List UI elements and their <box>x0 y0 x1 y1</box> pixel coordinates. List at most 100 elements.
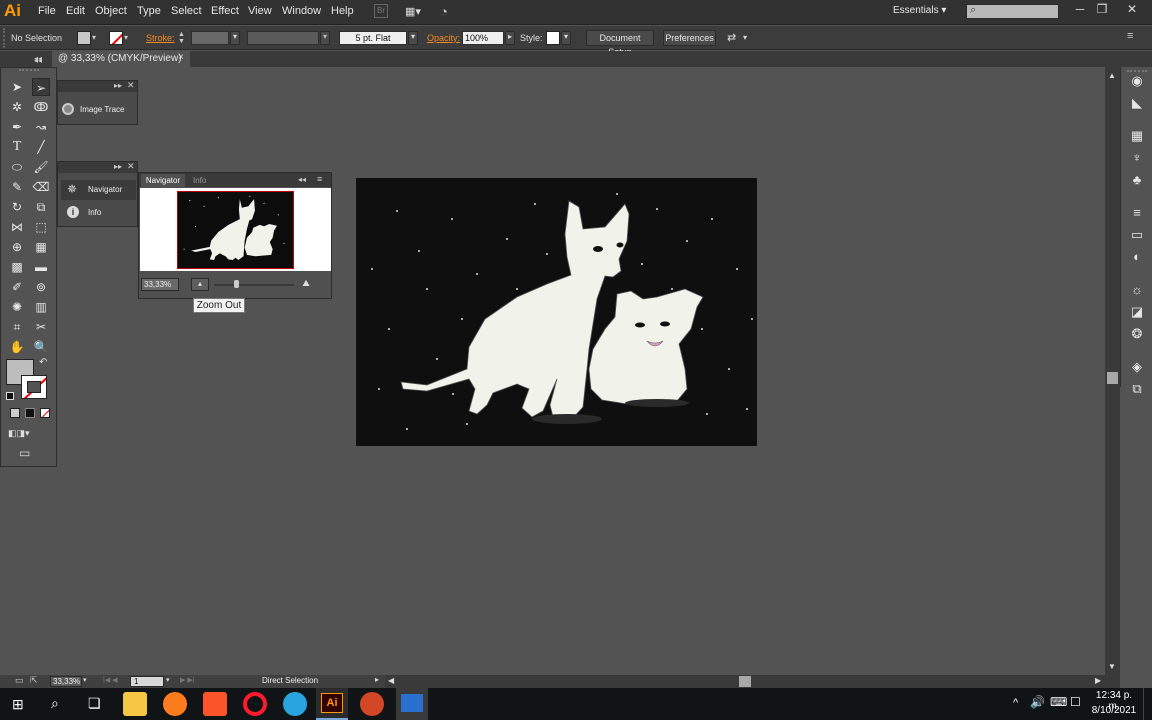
illustrator-taskbar-active[interactable]: Ai <box>316 688 348 720</box>
stroke-label[interactable]: Stroke: <box>146 33 175 43</box>
symbol-sprayer-tool-icon[interactable]: ✺ <box>8 298 26 316</box>
libraries-icon[interactable]: ❂ <box>1128 325 1146 343</box>
eraser-tool-icon[interactable]: ⌫ <box>32 178 50 196</box>
brushes-icon[interactable]: ♆ <box>1128 149 1146 167</box>
chevron-down-icon[interactable]: ▾ <box>743 33 747 42</box>
eyedropper-tool-icon[interactable]: ✐ <box>8 278 26 296</box>
input-method-icon[interactable]: ☐ <box>1070 695 1081 709</box>
transform-icon[interactable]: ⇄ <box>727 31 736 44</box>
menu-object[interactable]: Object <box>95 5 127 17</box>
zoom-in-button[interactable]: ⛰ <box>297 278 315 291</box>
image-trace-icon[interactable] <box>62 103 74 115</box>
mesh-tool-icon[interactable]: ▩ <box>8 258 26 276</box>
magic-wand-tool-icon[interactable]: ✲ <box>8 98 26 116</box>
chevron-down-icon[interactable]: ▾ <box>166 676 170 684</box>
style-dropdown[interactable]: ▾ <box>561 31 571 45</box>
powerpoint-icon[interactable] <box>360 692 384 716</box>
menu-view[interactable]: View <box>248 5 272 17</box>
collapse-icon[interactable]: ▸▸ <box>114 81 122 90</box>
scroll-left-icon[interactable]: ◀ <box>388 676 394 685</box>
color-guide-icon[interactable]: ◉ <box>1128 72 1146 90</box>
menu-effect[interactable]: Effect <box>211 5 239 17</box>
scroll-right-icon[interactable]: ▶ <box>1095 676 1101 685</box>
stroke-color-box[interactable] <box>21 375 47 399</box>
shape-builder-tool-icon[interactable]: ⊕ <box>8 238 26 256</box>
windows-start-icon[interactable]: ⊞ <box>12 697 26 711</box>
gradient-tool-icon[interactable]: ▬ <box>32 258 50 276</box>
color-mode-icon[interactable] <box>10 408 20 418</box>
menu-file[interactable]: File <box>38 5 56 17</box>
paintbrush-tool-icon[interactable]: 🖌 <box>32 158 50 176</box>
graphic-styles-icon[interactable]: ◪ <box>1128 303 1146 321</box>
blend-tool-icon[interactable]: ⊚ <box>32 278 50 296</box>
transparency-icon[interactable]: ◐ <box>1128 248 1146 266</box>
artboard[interactable] <box>356 178 757 446</box>
restore-button[interactable]: ❐ <box>1091 2 1113 18</box>
swap-colors-icon[interactable]: ↶ <box>39 357 47 368</box>
preferences-button[interactable]: Preferences <box>663 30 716 46</box>
show-hidden-icons[interactable]: ^ <box>1013 697 1018 709</box>
lasso-tool-icon[interactable]: ↂ <box>32 98 50 116</box>
dock-item-navigator[interactable]: ✵ Navigator <box>61 180 136 200</box>
clock-date[interactable]: 8/10/2021 <box>1090 705 1138 716</box>
gpu-performance-icon[interactable]: ◔ <box>440 4 458 20</box>
perspective-grid-tool-icon[interactable]: ▦ <box>32 238 50 256</box>
none-mode-icon[interactable] <box>40 408 50 418</box>
network-icon[interactable]: ⌨ <box>1050 695 1067 709</box>
workspace-switcher[interactable]: Essentials ▾ <box>893 5 946 16</box>
photos-taskbar-item[interactable] <box>396 688 428 720</box>
vertical-scroll-thumb[interactable] <box>1107 372 1118 384</box>
image-trace-label[interactable]: Image Trace <box>80 105 124 114</box>
chevron-down-icon[interactable]: ▾ <box>83 676 87 684</box>
width-tool-icon[interactable]: ⋈ <box>8 218 26 236</box>
document-tab[interactable]: @ 33,33% (CMYK/Preview) × <box>52 51 190 67</box>
first-artboard-icon[interactable]: |◀ ◀ <box>103 676 118 684</box>
stroke-weight-dropdown[interactable]: ▾ <box>230 31 240 45</box>
close-window-button[interactable]: ✕ <box>1121 2 1143 18</box>
selection-tool-icon[interactable]: ➤ <box>8 78 26 96</box>
tab-info[interactable]: Info <box>193 176 206 185</box>
rotate-tool-icon[interactable]: ↻ <box>8 198 26 216</box>
default-colors-icon[interactable] <box>6 392 14 400</box>
chevron-down-icon[interactable]: ▾ <box>92 33 96 42</box>
collapse-icon[interactable]: ◂◂ <box>298 175 306 184</box>
document-setup-button[interactable]: Document Setup <box>586 30 654 57</box>
volume-icon[interactable]: 🔊 <box>1030 695 1045 709</box>
show-desktop-button[interactable] <box>1143 688 1152 720</box>
pencil-tool-icon[interactable]: ✎ <box>8 178 26 196</box>
appearance-icon[interactable]: ☼ <box>1128 281 1146 299</box>
menu-type[interactable]: Type <box>137 5 161 17</box>
profile-dropdown[interactable]: ▾ <box>320 31 330 45</box>
free-transform-tool-icon[interactable]: ⬚ <box>32 218 50 236</box>
menu-select[interactable]: Select <box>171 5 202 17</box>
panel-menu-icon[interactable]: ≡ <box>317 174 322 184</box>
color-icon[interactable]: ◣ <box>1128 94 1146 112</box>
artboards-icon[interactable]: ⧉ <box>1128 380 1146 398</box>
slice-tool-icon[interactable]: ✂ <box>32 318 50 336</box>
vertical-scrollbar[interactable]: ▲ ▼ <box>1105 67 1120 675</box>
brave-icon[interactable] <box>203 692 227 716</box>
chevron-down-icon[interactable]: ▾ <box>124 33 128 42</box>
last-artboard-icon[interactable]: ▶ ▶| <box>180 676 195 684</box>
search-icon[interactable]: ⌕ <box>51 695 59 712</box>
artboard-tool-icon[interactable]: ⌗ <box>8 318 26 336</box>
task-view-icon[interactable]: ❏ <box>88 695 101 712</box>
firefox-icon[interactable] <box>163 692 187 716</box>
gradient-icon[interactable]: ▭ <box>1128 226 1146 244</box>
brush-definition[interactable]: 5 pt. Flat <box>339 31 407 45</box>
search-input[interactable]: ⌕ <box>966 4 1059 19</box>
export-icon[interactable]: ⇱ <box>30 675 38 686</box>
variable-width-profile[interactable] <box>247 31 319 45</box>
bridge-icon[interactable]: Br <box>374 4 388 18</box>
scroll-up-icon[interactable]: ▲ <box>1108 71 1116 80</box>
status-zoom-field[interactable]: 33,33% <box>50 676 82 687</box>
collapse-icon[interactable]: ◂◂ <box>34 56 42 65</box>
menu-edit[interactable]: Edit <box>66 5 85 17</box>
symbols-icon[interactable]: ♣ <box>1128 171 1146 189</box>
line-tool-icon[interactable]: ╱ <box>32 138 50 156</box>
close-tab-button[interactable]: × <box>178 52 184 63</box>
graphic-style-swatch[interactable] <box>546 31 560 45</box>
tab-navigator[interactable]: Navigator <box>141 174 185 187</box>
stroke-weight-stepper[interactable]: ▲ ▼ <box>178 31 188 45</box>
fill-swatch[interactable] <box>77 31 91 45</box>
